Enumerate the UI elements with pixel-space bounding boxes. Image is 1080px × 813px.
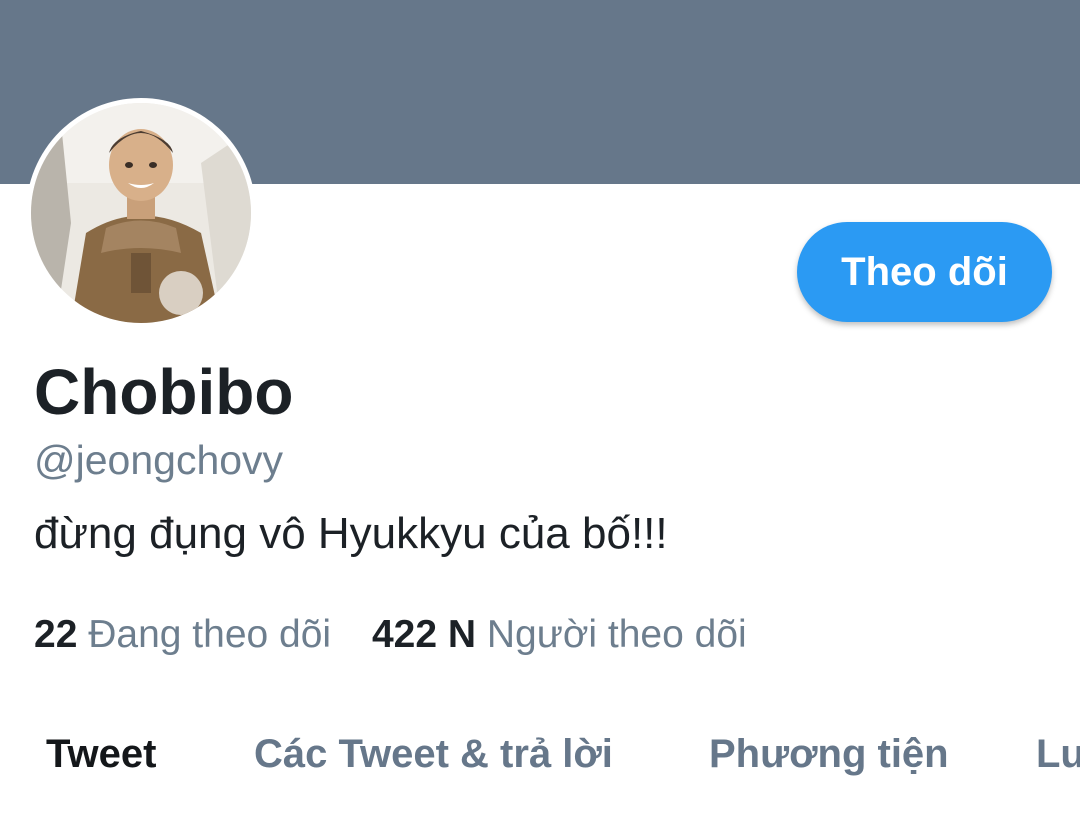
tab-tweets-and-replies[interactable]: Các Tweet & trả lời xyxy=(254,728,613,780)
tab-likes[interactable]: Lượt thích xyxy=(1036,728,1080,780)
username-handle: @jeongchovy xyxy=(34,437,284,483)
tab-media[interactable]: Phương tiện xyxy=(709,728,949,780)
following-stat[interactable]: 22 Đang theo dõi xyxy=(34,612,331,658)
followers-count: 422 N xyxy=(371,613,477,656)
avatar-photo xyxy=(31,103,251,323)
followers-label: Người theo dõi xyxy=(486,613,747,656)
follow-button[interactable]: Theo dõi xyxy=(797,222,1052,322)
tab-tweets[interactable]: Tweet xyxy=(46,728,156,780)
display-name: Chobibo xyxy=(34,356,294,428)
followers-stat[interactable]: 422 N Người theo dõi xyxy=(372,612,747,658)
profile-tabs: Tweet Các Tweet & trả lời Phương tiện Lư… xyxy=(0,728,1080,788)
following-count: 22 xyxy=(34,613,78,656)
avatar[interactable] xyxy=(31,103,251,323)
profile-page: Theo dõi Chobibo @jeongchovy đừng đụng v… xyxy=(0,0,1080,813)
following-label: Đang theo dõi xyxy=(88,613,332,656)
profile-stats: 22 Đang theo dõi 422 N Người theo dõi xyxy=(34,612,747,658)
profile-bio: đừng đụng vô Hyukkyu của bố!!! xyxy=(34,509,668,558)
